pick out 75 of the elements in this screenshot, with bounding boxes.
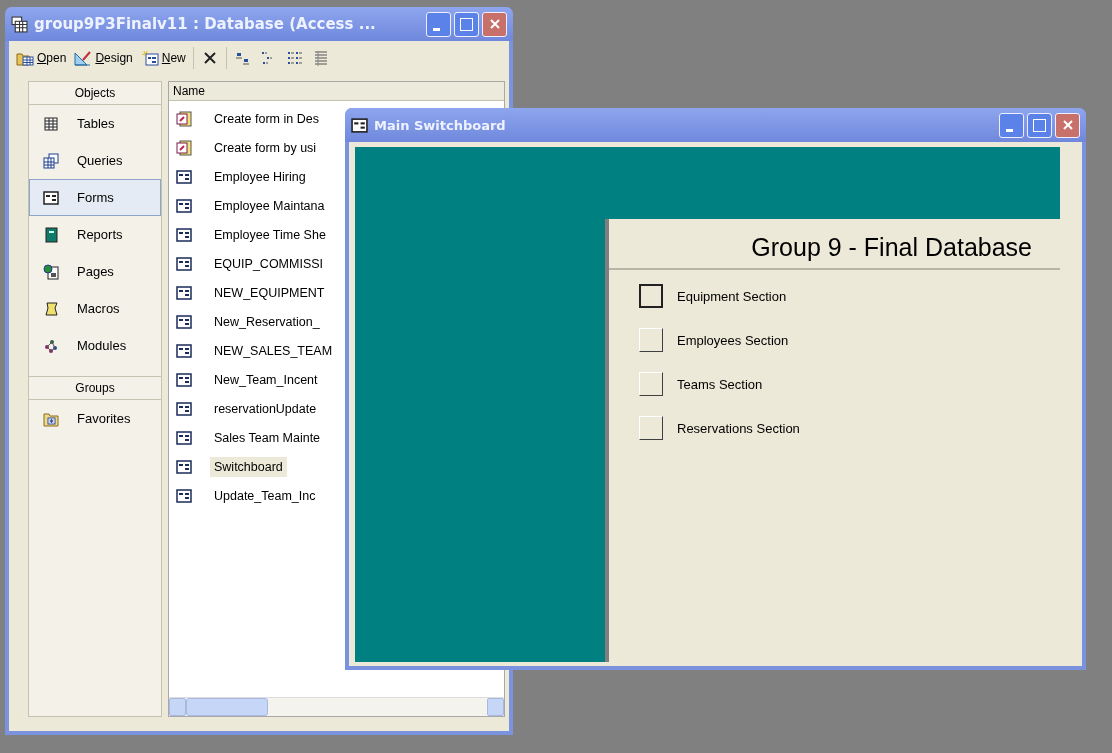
form-name[interactable]: New_Reservation_ <box>210 311 324 332</box>
groups-header[interactable]: Groups <box>29 376 161 400</box>
minimize-button[interactable] <box>999 112 1024 138</box>
list-view-icon <box>285 50 304 66</box>
close-button[interactable] <box>1055 112 1080 138</box>
objects-header[interactable]: Objects <box>29 82 161 105</box>
form-icon <box>176 255 192 272</box>
column-header[interactable]: Name <box>169 82 504 101</box>
form-icon <box>176 284 192 301</box>
wizard-icon <box>176 139 192 156</box>
object-item[interactable]: Queries <box>29 142 161 179</box>
switchboard-heading: Group 9 - Final Database <box>609 219 1060 270</box>
option-label: Reservations Section <box>677 420 800 436</box>
group-item[interactable]: Favorites <box>29 400 161 437</box>
form-icon <box>176 342 192 359</box>
option-button[interactable] <box>639 284 663 308</box>
option-label: Teams Section <box>677 376 763 392</box>
object-item[interactable]: Pages <box>29 253 161 290</box>
book-icon <box>43 226 59 243</box>
form-name[interactable]: Sales Team Mainte <box>210 427 325 448</box>
form-icon <box>176 197 192 214</box>
maximize-button[interactable] <box>454 11 479 37</box>
form-icon <box>176 429 192 446</box>
triangle-ruler-icon <box>74 50 93 66</box>
folder-icon <box>16 50 34 66</box>
form-name[interactable]: Create form in Des <box>210 108 323 129</box>
form-icon <box>176 371 192 388</box>
new-button[interactable]: New <box>139 48 187 68</box>
object-item[interactable]: Tables <box>29 105 161 142</box>
form-icon <box>176 487 192 504</box>
table-icon <box>43 115 59 132</box>
form-icon <box>351 116 368 134</box>
object-item[interactable]: Forms <box>29 179 161 216</box>
close-icon <box>1061 119 1074 131</box>
wizard-icon <box>176 110 192 127</box>
large-icons-view-icon <box>233 50 252 66</box>
close-button[interactable] <box>482 11 507 37</box>
form-icon <box>43 189 59 206</box>
form-name[interactable]: New_Team_Incent <box>210 369 322 390</box>
form-icon <box>176 458 192 475</box>
star-folder-icon <box>43 410 59 427</box>
scroll-icon <box>43 300 59 317</box>
window-title: group9P3Finalv11 : Database (Access ... <box>34 15 376 33</box>
form-name[interactable]: Employee Hiring <box>210 166 310 187</box>
object-item[interactable]: Modules <box>29 327 161 364</box>
window-title: Main Switchboard <box>374 117 506 133</box>
horizontal-scrollbar[interactable] <box>169 697 504 716</box>
scroll-thumb[interactable] <box>186 698 268 716</box>
form-icon <box>176 168 192 185</box>
form-name[interactable]: EQUIP_COMMISSI <box>210 253 328 274</box>
form-icon <box>176 313 192 330</box>
minimize-button[interactable] <box>426 11 451 37</box>
molecule-icon <box>43 337 59 354</box>
form-name[interactable]: Create form by usi <box>210 137 321 158</box>
object-item[interactable]: Macros <box>29 290 161 327</box>
form-name[interactable]: NEW_SALES_TEAM <box>210 340 337 361</box>
database-icon <box>11 15 28 33</box>
form-name[interactable]: Switchboard <box>210 456 287 477</box>
form-name[interactable]: reservationUpdate <box>210 398 321 419</box>
option-label: Equipment Section <box>677 288 787 304</box>
form-name[interactable]: NEW_EQUIPMENT <box>210 282 329 303</box>
form-icon <box>176 400 192 417</box>
form-icon <box>176 226 192 243</box>
maximize-button[interactable] <box>1027 112 1052 138</box>
design-button[interactable]: Design <box>73 48 134 68</box>
object-item[interactable]: Reports <box>29 216 161 253</box>
new-form-icon <box>140 50 159 66</box>
globe-page-icon <box>43 263 59 280</box>
option-label: Employees Section <box>677 332 789 348</box>
stacked-tables-icon <box>43 152 59 169</box>
form-name[interactable]: Employee Maintana <box>210 195 329 216</box>
close-icon <box>488 18 501 30</box>
form-name[interactable]: Update_Team_Inc <box>210 485 320 506</box>
open-button[interactable]: Open <box>15 48 68 68</box>
form-name[interactable]: Employee Time She <box>210 224 330 245</box>
